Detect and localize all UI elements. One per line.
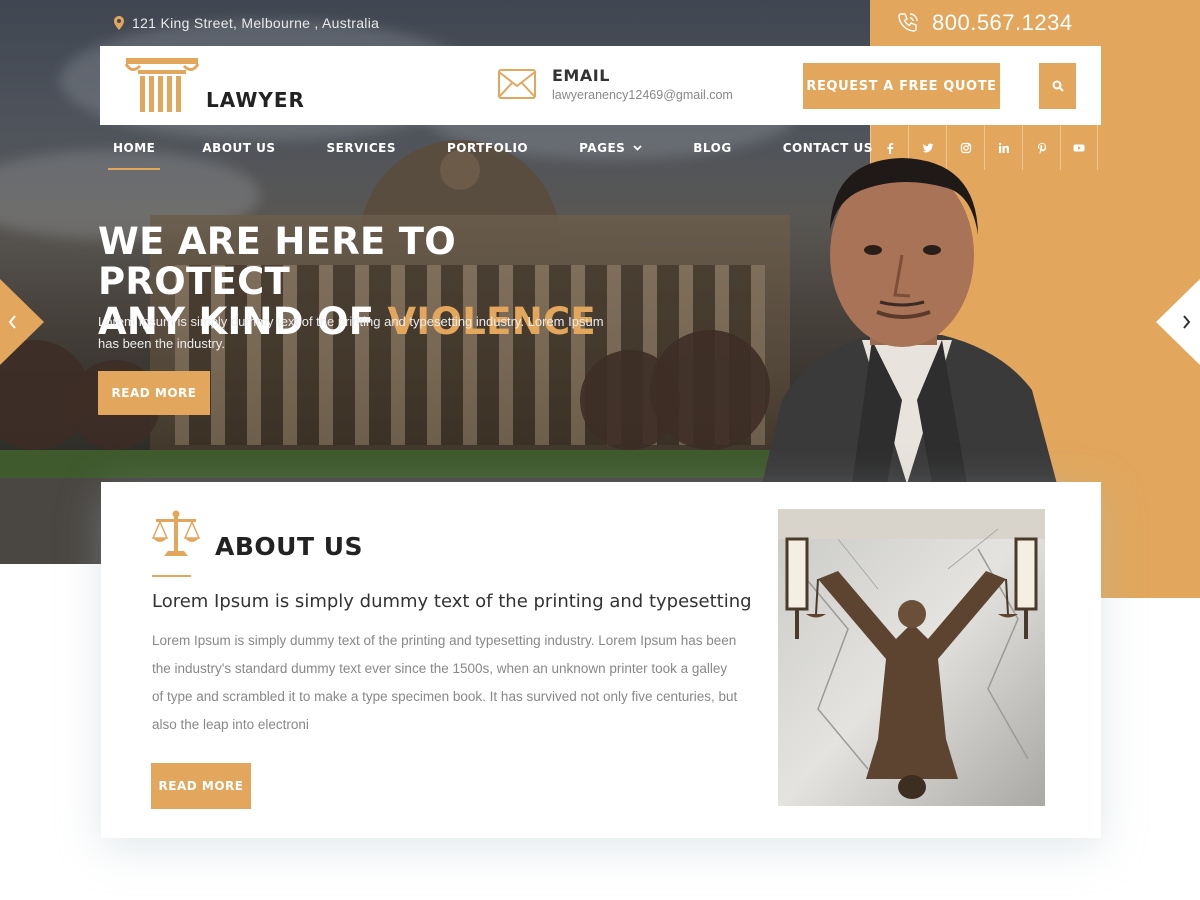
nav-pages[interactable]: PAGES xyxy=(579,125,642,170)
email-title: EMAIL xyxy=(552,66,610,85)
request-quote-button[interactable]: REQUEST A FREE QUOTE xyxy=(803,63,1000,109)
map-pin-icon xyxy=(114,16,124,30)
slider-next-arrow[interactable] xyxy=(1156,279,1200,365)
nav-label: HOME xyxy=(113,140,156,155)
nav-about-us[interactable]: ABOUT US xyxy=(202,125,275,170)
nav-label: BLOG xyxy=(693,140,732,155)
about-title-underline xyxy=(152,575,191,577)
about-title: ABOUT US xyxy=(215,532,364,561)
email-contact[interactable]: EMAIL lawyeranency12469@gmail.com xyxy=(498,66,733,102)
topbar-address: 121 King Street, Melbourne , Australia xyxy=(114,12,379,34)
hero-accent-panel-lower xyxy=(1100,480,1200,598)
column-logo-icon xyxy=(124,58,200,112)
about-section: ABOUT US Lorem Ipsum is simply dummy tex… xyxy=(101,482,1101,838)
address-text: 121 King Street, Melbourne , Australia xyxy=(132,15,380,31)
nav-label: PORTFOLIO xyxy=(447,140,529,155)
hero-description: Lorem Ipsum is simply dummy text of the … xyxy=(98,314,604,351)
search-icon xyxy=(1052,80,1064,92)
hero-read-more-button[interactable]: READ MORE xyxy=(98,371,210,415)
about-read-more-button[interactable]: READ MORE xyxy=(151,763,251,809)
slider-prev-arrow[interactable] xyxy=(0,279,44,365)
logo-text: LAWYER xyxy=(206,88,305,112)
topbar-phone[interactable]: 800.567.1234 xyxy=(896,6,1073,40)
nav-services[interactable]: SERVICES xyxy=(327,125,396,170)
nav-label: SERVICES xyxy=(326,140,397,155)
nav-label: PAGES xyxy=(579,140,626,155)
nav-label: ABOUT US xyxy=(202,140,276,155)
youtube-link[interactable] xyxy=(1060,125,1098,170)
justice-statue-image xyxy=(778,509,1045,806)
about-body: Lorem Ipsum is simply dummy text of the … xyxy=(152,633,738,732)
envelope-icon xyxy=(498,69,536,99)
logo[interactable]: LAWYER xyxy=(124,56,305,114)
nav-home[interactable]: HOME xyxy=(107,125,161,170)
hero-title-line1: WE ARE HERE TO PROTECT xyxy=(98,220,457,303)
scales-of-justice-icon xyxy=(152,510,200,556)
youtube-icon xyxy=(1073,144,1085,151)
phone-icon xyxy=(898,13,918,32)
email-address: lawyeranency12469@gmail.com xyxy=(552,88,733,102)
header: LAWYER EMAIL lawyeranency12469@gmail.com… xyxy=(100,46,1101,125)
about-subtitle: Lorem Ipsum is simply dummy text of the … xyxy=(152,591,752,612)
nav-portfolio[interactable]: PORTFOLIO xyxy=(447,125,528,170)
search-button[interactable] xyxy=(1039,63,1076,109)
nav-blog[interactable]: BLOG xyxy=(693,125,731,170)
lawyer-portrait xyxy=(762,158,1057,484)
phone-number: 800.567.1234 xyxy=(932,10,1073,35)
chevron-down-icon xyxy=(633,144,642,151)
